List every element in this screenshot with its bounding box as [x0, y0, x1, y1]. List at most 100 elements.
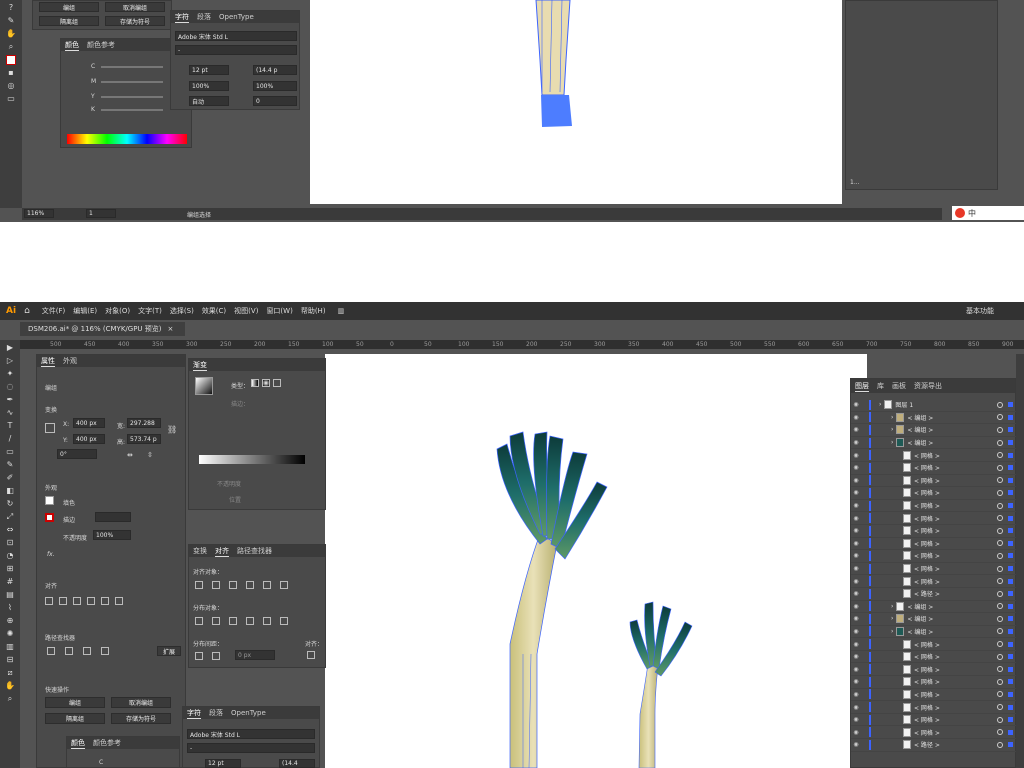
- zoom-field[interactable]: 116%: [24, 209, 54, 218]
- expand-button[interactable]: 扩展: [157, 646, 181, 656]
- gradient-swatch[interactable]: [195, 377, 213, 395]
- small-leek[interactable]: [629, 601, 693, 768]
- tab-color-guide[interactable]: 颜色参考: [87, 40, 115, 50]
- expand-chevron-icon[interactable]: ›: [891, 603, 893, 610]
- layer-row[interactable]: ◉ < 网格 >: [851, 462, 1017, 475]
- menu-view[interactable]: 视图(V): [234, 306, 258, 316]
- target-circle-icon[interactable]: [997, 578, 1003, 585]
- selection-indicator[interactable]: [1008, 616, 1013, 622]
- selection-indicator[interactable]: [1008, 440, 1013, 446]
- fill-swatch[interactable]: [45, 496, 54, 505]
- mesh-tool-icon[interactable]: #: [5, 577, 15, 587]
- rotate-field[interactable]: 0°: [57, 449, 97, 459]
- rectangle-tool-icon[interactable]: ▭: [5, 447, 15, 457]
- layer-row[interactable]: ◉ < 网格 >: [851, 475, 1017, 488]
- layer-row[interactable]: ◉ < 路径 >: [851, 739, 1017, 752]
- selection-indicator[interactable]: [1008, 717, 1013, 723]
- home-icon[interactable]: ⌂: [24, 306, 30, 316]
- shaper-tool-icon[interactable]: ✐: [5, 473, 15, 483]
- layer-row[interactable]: ◉ < 网格 >: [851, 651, 1017, 664]
- gradient-slider[interactable]: [199, 455, 305, 464]
- target-circle-icon[interactable]: [997, 590, 1003, 597]
- selection-indicator[interactable]: [1008, 414, 1013, 420]
- eye-icon[interactable]: ◉: [851, 414, 861, 421]
- menu-file[interactable]: 文件(F): [42, 306, 66, 316]
- exclude-icon[interactable]: [101, 647, 109, 655]
- tab-character-2[interactable]: 字符: [187, 708, 201, 719]
- hscale-field[interactable]: 100%: [253, 81, 297, 91]
- tab-libraries[interactable]: 库: [877, 381, 884, 391]
- free-transform-tool-icon[interactable]: ⊡: [5, 538, 15, 548]
- target-circle-icon[interactable]: [997, 439, 1003, 446]
- tab-color-2[interactable]: 颜色: [71, 738, 85, 749]
- font-family-field[interactable]: Adobe 宋体 Std L: [175, 31, 297, 41]
- eye-icon[interactable]: ◉: [851, 527, 861, 534]
- line-tool-icon[interactable]: /: [5, 434, 15, 444]
- group-button[interactable]: 编组: [45, 697, 105, 708]
- selection-indicator[interactable]: [1008, 654, 1013, 660]
- tab-gradient[interactable]: 渐变: [193, 360, 207, 371]
- radial-gradient-icon[interactable]: [262, 379, 270, 387]
- selection-indicator[interactable]: [1008, 452, 1013, 458]
- align-right-icon[interactable]: [73, 597, 81, 605]
- hand-tool-icon[interactable]: ✋: [6, 29, 16, 39]
- align-left-icon[interactable]: [45, 597, 53, 605]
- flip-horizontal-icon[interactable]: ⇹: [127, 451, 133, 459]
- tab-paragraph[interactable]: 段落: [197, 12, 211, 22]
- gradient-tool-icon[interactable]: ▤: [5, 590, 15, 600]
- y-slider[interactable]: [101, 96, 163, 98]
- intersect-icon[interactable]: [83, 647, 91, 655]
- artboard-field[interactable]: 1: [86, 209, 116, 218]
- h-align-right-icon[interactable]: [229, 581, 237, 589]
- target-circle-icon[interactable]: [997, 515, 1003, 522]
- selection-indicator[interactable]: [1008, 729, 1013, 735]
- layer-row[interactable]: ◉ < 网格 >: [851, 689, 1017, 702]
- selection-indicator[interactable]: [1008, 704, 1013, 710]
- eye-icon[interactable]: ◉: [851, 439, 861, 446]
- dist-right-icon[interactable]: [280, 617, 288, 625]
- target-circle-icon[interactable]: [997, 477, 1003, 484]
- isolate-group-button[interactable]: 隔离组: [45, 713, 105, 724]
- spacing-field[interactable]: 0 px: [235, 650, 275, 660]
- tab-color-guide-2[interactable]: 颜色参考: [93, 738, 121, 748]
- ungroup-button[interactable]: 取消编组: [105, 2, 165, 12]
- target-circle-icon[interactable]: [997, 464, 1003, 471]
- target-circle-icon[interactable]: [997, 527, 1003, 534]
- selection-indicator[interactable]: [1008, 666, 1013, 672]
- layer-row[interactable]: ◉ < 网格 >: [851, 726, 1017, 740]
- v-align-center-icon[interactable]: [263, 581, 271, 589]
- align-center-icon[interactable]: [59, 597, 67, 605]
- color-spectrum[interactable]: [67, 134, 187, 144]
- target-circle-icon[interactable]: [997, 628, 1003, 635]
- tab-artboards[interactable]: 画板: [892, 381, 906, 391]
- dist-top-icon[interactable]: [195, 617, 203, 625]
- zoom-tool-icon[interactable]: ⌕: [6, 42, 16, 52]
- shape-builder-tool-icon[interactable]: ◔: [5, 551, 15, 561]
- layer-row[interactable]: ◉ › 图层 1: [851, 399, 1017, 412]
- font-size-field[interactable]: 12 pt: [189, 65, 229, 75]
- selection-indicator[interactable]: [1008, 603, 1013, 609]
- selection-indicator[interactable]: [1008, 553, 1013, 559]
- eye-icon[interactable]: ◉: [851, 578, 861, 585]
- flip-vertical-icon[interactable]: ⇳: [147, 451, 153, 459]
- eye-icon[interactable]: ◉: [851, 502, 861, 509]
- reference-point-icon[interactable]: [45, 423, 55, 433]
- layer-row[interactable]: ◉ › < 编组 >: [851, 613, 1017, 626]
- c-slider[interactable]: [101, 66, 163, 68]
- layer-row[interactable]: ◉ < 路径 >: [851, 588, 1017, 601]
- lasso-tool-icon[interactable]: ◌: [5, 382, 15, 392]
- layer-row[interactable]: ◉ < 网格 >: [851, 663, 1017, 677]
- color-mode-icon[interactable]: ▪: [6, 68, 16, 78]
- expand-chevron-icon[interactable]: ›: [879, 401, 881, 408]
- menu-effect[interactable]: 效果(C): [202, 306, 226, 316]
- selection-indicator[interactable]: [1008, 540, 1013, 546]
- layer-row[interactable]: ◉ < 网格 >: [851, 701, 1017, 714]
- eye-icon[interactable]: ◉: [851, 565, 861, 572]
- top-canvas[interactable]: [310, 0, 842, 204]
- font-style-field[interactable]: -: [175, 45, 297, 55]
- eye-icon[interactable]: ◉: [851, 464, 861, 471]
- isolate-button[interactable]: 隔离组: [39, 16, 99, 26]
- target-circle-icon[interactable]: [997, 741, 1003, 748]
- expand-chevron-icon[interactable]: ›: [891, 414, 893, 421]
- scale-tool-icon[interactable]: ⤢: [5, 512, 15, 522]
